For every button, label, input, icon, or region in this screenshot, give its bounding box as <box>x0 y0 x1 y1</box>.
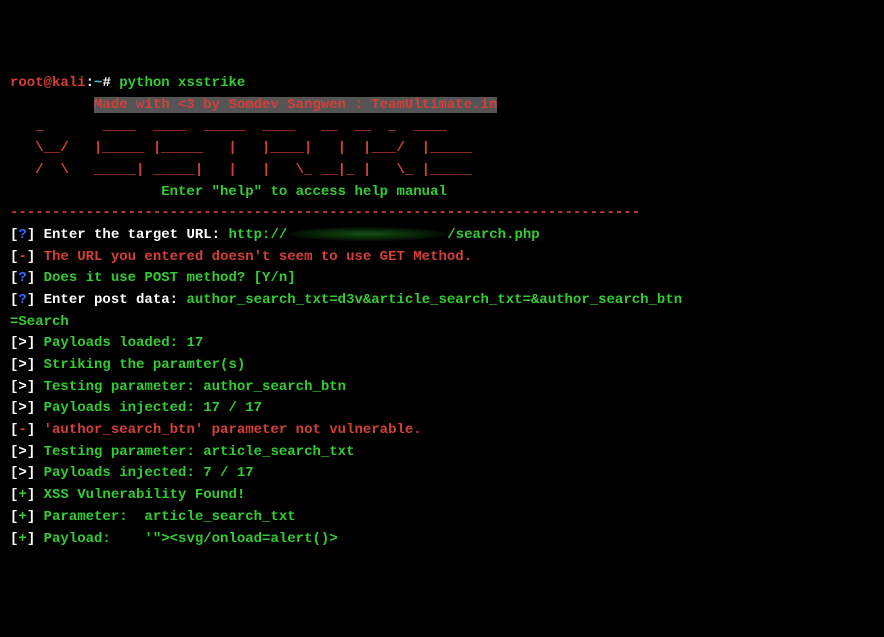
result-parameter: Parameter: article_search_txt <box>35 509 295 525</box>
tag-question: ? <box>18 227 26 243</box>
tag-bracket: ] <box>27 357 35 373</box>
tag-gt: > <box>18 444 26 460</box>
ascii-art-line-2: \__/ |_____ |_____ | |____| | |___/ |___… <box>10 140 472 156</box>
prompt-post-method: Does it use POST method? [Y/n] <box>35 270 295 286</box>
separator: ----------------------------------------… <box>10 205 640 221</box>
tag-bracket: ] <box>27 465 35 481</box>
prompt-at: @ <box>44 75 52 91</box>
tag-bracket: ] <box>27 249 35 265</box>
tag-bracket: ] <box>27 379 35 395</box>
prompt-colon: : <box>86 75 94 91</box>
tag-plus: + <box>18 487 26 503</box>
label-post-data: Enter post data: <box>35 292 186 308</box>
prompt-hash: # <box>102 75 110 91</box>
tag-plus: + <box>18 531 26 547</box>
tag-gt: > <box>18 465 26 481</box>
tag-bracket: ] <box>27 335 35 351</box>
tag-bracket: ] <box>27 422 35 438</box>
tag-minus: - <box>18 422 26 438</box>
tag-gt: > <box>18 335 26 351</box>
terminal: root@kali:~# python xsstrike Made with <… <box>10 73 874 550</box>
error-get-method: The URL you entered doesn't seem to use … <box>35 249 472 265</box>
banner-credit: Made with <3 by Somdev Sangwen : TeamUlt… <box>94 97 497 113</box>
tag-bracket: ] <box>27 227 35 243</box>
command-text: python xsstrike <box>119 75 245 91</box>
prompt-host: kali <box>52 75 86 91</box>
result-vuln-found: XSS Vulnerability Found! <box>35 487 245 503</box>
tag-question: ? <box>18 270 26 286</box>
tag-gt: > <box>18 400 26 416</box>
status-injected-2: Payloads injected: 7 / 17 <box>35 465 253 481</box>
status-testing-param-1: Testing parameter: author_search_btn <box>35 379 346 395</box>
tag-question: ? <box>18 292 26 308</box>
tag-bracket: ] <box>27 487 35 503</box>
tag-bracket: ] <box>27 444 35 460</box>
tag-minus: - <box>18 249 26 265</box>
url-path: /search.php <box>447 227 539 243</box>
ascii-art-line-3: / \ _____| _____| | | \_ __|_ | \_ |____… <box>10 162 472 178</box>
post-data-value: author_search_txt=d3v&article_search_txt… <box>186 292 682 308</box>
result-payload: Payload: '"><svg/onload=alert()> <box>35 531 337 547</box>
prompt-user: root <box>10 75 44 91</box>
tag-plus: + <box>18 509 26 525</box>
tag-bracket: ] <box>27 292 35 308</box>
tag-bracket: ] <box>27 509 35 525</box>
tag-gt: > <box>18 357 26 373</box>
url-protocol: http:// <box>228 227 287 243</box>
status-payloads-loaded: Payloads loaded: 17 <box>35 335 203 351</box>
redacted-host <box>287 227 447 241</box>
post-data-value-cont: =Search <box>10 314 69 330</box>
status-injected-1: Payloads injected: 17 / 17 <box>35 400 262 416</box>
tag-bracket: ] <box>27 270 35 286</box>
help-hint: Enter "help" to access help manual <box>10 184 447 200</box>
banner-padding <box>10 97 94 113</box>
status-testing-param-2: Testing parameter: article_search_txt <box>35 444 354 460</box>
status-striking: Striking the paramter(s) <box>35 357 245 373</box>
space <box>111 75 119 91</box>
tag-bracket: ] <box>27 531 35 547</box>
tag-bracket: ] <box>27 400 35 416</box>
status-not-vulnerable: 'author_search_btn' parameter not vulner… <box>35 422 421 438</box>
ascii-art-line-1: _ ____ ____ _____ ____ __ __ _ ____ <box>10 118 455 134</box>
label-target-url: Enter the target URL: <box>35 227 228 243</box>
tag-gt: > <box>18 379 26 395</box>
